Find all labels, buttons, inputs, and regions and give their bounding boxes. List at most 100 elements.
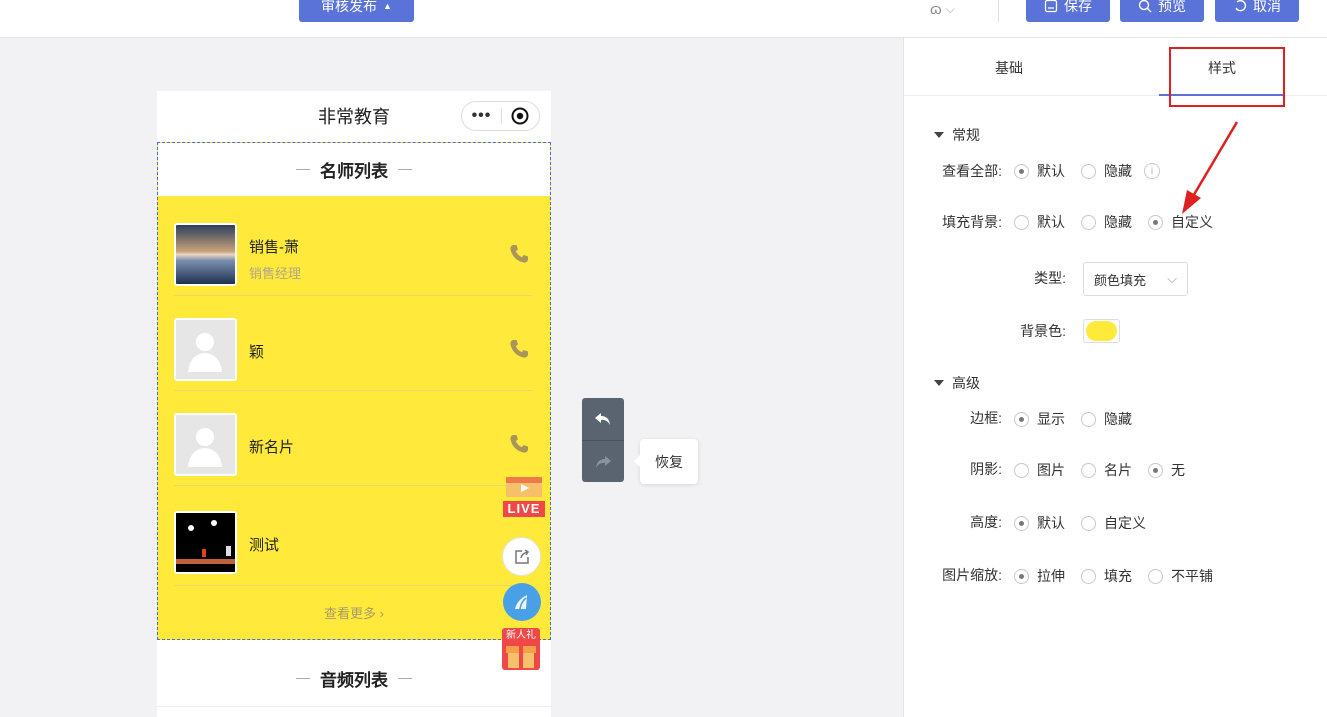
radio-circle <box>1014 568 1029 584</box>
cancel-button[interactable]: 取消 <box>1215 0 1299 22</box>
general-section-header[interactable]: 常规 <box>934 125 980 145</box>
teacher-row[interactable]: 新名片 <box>174 391 532 486</box>
radio-scale-fill[interactable]: 填充 <box>1081 566 1132 586</box>
teacher-row[interactable]: 颖 <box>174 296 532 391</box>
title-dash-left <box>296 678 310 679</box>
redo-button[interactable] <box>582 440 624 482</box>
radio-border-show[interactable]: 显示 <box>1014 409 1065 429</box>
live-clapper-icon <box>506 477 542 497</box>
phone-icon[interactable] <box>508 338 530 360</box>
view-more-link[interactable]: 查看更多 › <box>158 603 550 622</box>
cancel-label: 取消 <box>1253 0 1281 14</box>
fill-type-select[interactable]: 颜色填充 ⌵ <box>1083 262 1188 296</box>
audio-module-header[interactable]: 音频列表 <box>157 651 551 707</box>
bg-color-picker[interactable] <box>1083 319 1120 343</box>
new-user-gift-button[interactable]: 新人礼 <box>502 628 540 670</box>
user-menu[interactable]: ɷ ⌵ <box>930 0 982 18</box>
info-icon[interactable]: i <box>1144 163 1160 179</box>
radio-border-hide[interactable]: 隐藏 <box>1081 409 1132 429</box>
undo-icon <box>595 413 610 425</box>
teacher-name: 颖 <box>249 344 265 361</box>
radio-fill-default[interactable]: 默认 <box>1014 212 1065 232</box>
radio-scale-stretch[interactable]: 拉伸 <box>1014 566 1065 586</box>
share-button[interactable] <box>502 537 541 576</box>
radio-scale-notile[interactable]: 不平铺 <box>1148 566 1213 586</box>
top-toolbar: 审核发布 ▲ ɷ ⌵ 保存 预览 取消 <box>0 0 1327 38</box>
undo-redo-bar <box>582 398 624 482</box>
collapse-triangle-icon <box>934 132 944 138</box>
radio-circle <box>1148 568 1163 584</box>
search-icon <box>1138 0 1152 13</box>
advanced-section-header[interactable]: 高级 <box>934 373 980 393</box>
service-button[interactable] <box>503 583 541 621</box>
radio-fill-hide[interactable]: 隐藏 <box>1081 212 1132 232</box>
radio-circle <box>1148 214 1163 230</box>
chevron-down-icon: ⌵ <box>1167 271 1177 286</box>
title-dash-right <box>398 169 412 170</box>
radio-height-custom[interactable]: 自定义 <box>1081 513 1146 533</box>
advanced-section-title: 高级 <box>952 375 980 391</box>
type-label: 类型: <box>1034 270 1066 286</box>
collapse-triangle-icon <box>934 380 944 386</box>
radio-label: 名片 <box>1104 462 1132 478</box>
radio-label: 隐藏 <box>1104 163 1132 179</box>
radio-fill-custom[interactable]: 自定义 <box>1148 212 1213 232</box>
radio-circle <box>1081 163 1096 179</box>
tab-basic[interactable]: 基础 <box>995 58 1023 78</box>
close-target-icon[interactable] <box>502 107 539 125</box>
radio-circle <box>1081 462 1096 478</box>
sail-icon <box>515 595 527 610</box>
teacher-name: 新名片 <box>249 439 295 456</box>
gift-icon <box>506 646 536 668</box>
radio-shadow-image[interactable]: 图片 <box>1014 460 1065 480</box>
radio-label: 隐藏 <box>1104 214 1132 230</box>
default-avatar-icon <box>174 413 237 476</box>
radio-circle <box>1081 515 1096 531</box>
bg-color-label: 背景色: <box>1020 323 1066 339</box>
review-publish-button[interactable]: 审核发布 ▲ <box>299 0 414 22</box>
red-arrow-annotation <box>1182 121 1239 214</box>
redo-tooltip: 恢复 <box>634 439 698 484</box>
radio-shadow-card[interactable]: 名片 <box>1081 460 1132 480</box>
general-section-title: 常规 <box>952 127 980 143</box>
save-button[interactable]: 保存 <box>1026 0 1110 22</box>
live-icon[interactable]: LIVE <box>503 474 545 517</box>
title-dash-left <box>296 169 310 170</box>
share-icon <box>514 548 529 564</box>
radio-circle <box>1014 163 1029 179</box>
chevron-right-icon: › <box>376 606 384 621</box>
caret-up-icon: ▲ <box>383 1 392 11</box>
radio-label: 拉伸 <box>1037 568 1065 584</box>
undo-button[interactable] <box>582 398 624 440</box>
gift-label: 新人礼 <box>506 630 536 641</box>
mini-program-capsule[interactable]: ••• <box>461 101 540 131</box>
teacher-row[interactable]: 测试 <box>174 486 532 586</box>
teacher-list-module[interactable]: 名师列表 销售-萧 销售经理 颖 新名片 测试 查看更多 › <box>157 142 551 640</box>
preview-button[interactable]: 预览 <box>1120 0 1204 22</box>
radio-label: 自定义 <box>1171 214 1213 230</box>
save-label: 保存 <box>1064 0 1092 14</box>
module-title: 名师列表 <box>320 162 388 181</box>
height-label: 高度: <box>970 514 1002 530</box>
view-more-label: 查看更多 <box>324 606 377 621</box>
radio-circle <box>1014 411 1029 427</box>
radio-view-all-hide[interactable]: 隐藏 <box>1081 161 1132 181</box>
radio-circle <box>1081 411 1096 427</box>
audio-module-title: 音频列表 <box>320 671 388 690</box>
radio-circle <box>1014 515 1029 531</box>
phone-icon[interactable] <box>508 433 530 455</box>
radio-label: 自定义 <box>1104 515 1146 531</box>
radio-view-all-default[interactable]: 默认 <box>1014 161 1065 181</box>
undo-arrow-icon <box>1235 0 1247 12</box>
fill-bg-label: 填充背景: <box>942 214 1002 230</box>
radio-label: 默认 <box>1037 163 1065 179</box>
radio-height-default[interactable]: 默认 <box>1014 513 1065 533</box>
more-dots-icon[interactable]: ••• <box>462 107 501 125</box>
highlight-box <box>1169 47 1285 107</box>
teacher-row[interactable]: 销售-萧 销售经理 <box>174 201 532 296</box>
fill-type-value: 颜色填充 <box>1094 272 1147 288</box>
phone-icon[interactable] <box>508 243 530 265</box>
settings-panel: 基础 样式 常规 查看全部: 默认 隐藏 i 填充背景: 默认 隐藏 自定义 类… <box>903 38 1327 717</box>
phone-preview: 非常教育 ••• 名师列表 销售-萧 销售经理 颖 新名片 测试 查看更多 › … <box>157 91 551 717</box>
radio-shadow-none[interactable]: 无 <box>1148 460 1185 480</box>
